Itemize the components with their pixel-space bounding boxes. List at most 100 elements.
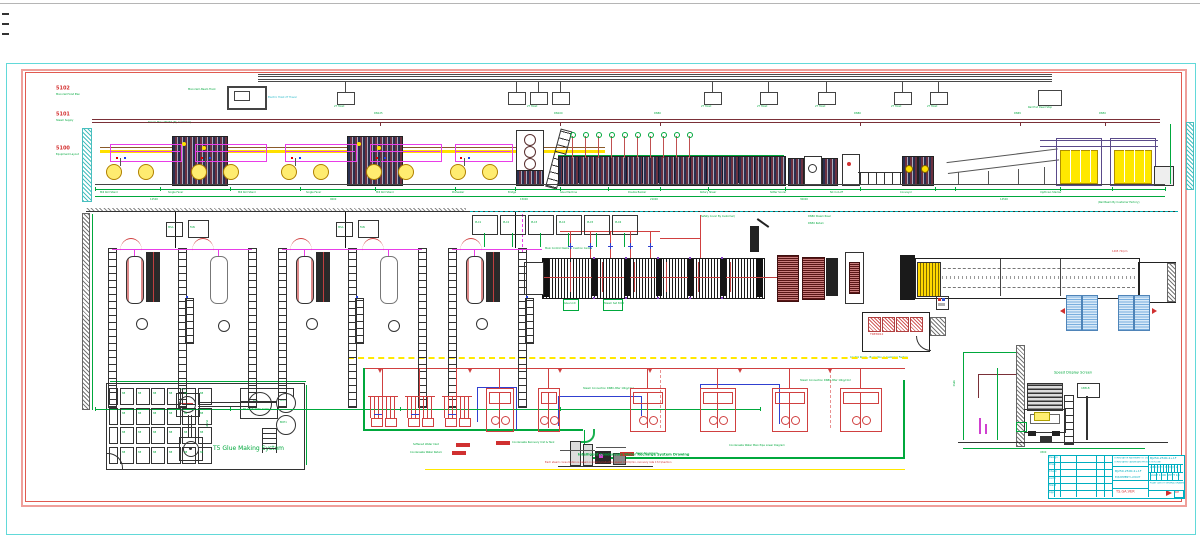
operator-mark (979, 418, 981, 434)
tb-project2: EQUIPMENT LAYOUT (1115, 476, 1140, 479)
panel-lead (568, 233, 569, 247)
trap-box (422, 418, 434, 427)
dim-tick (760, 407, 761, 411)
barrel (151, 408, 165, 425)
db-divider (626, 157, 627, 183)
panel-box (500, 215, 526, 235)
speed-screen-value: 188.8 (1081, 387, 1090, 390)
barrel (182, 388, 196, 405)
tb-company2: CORRUGATED CARDBOARD PRODUCTION LINE (1114, 461, 1161, 463)
riser (419, 368, 420, 396)
db-centerline (530, 277, 780, 278)
db-divider (610, 157, 611, 183)
dim-tick (660, 187, 661, 191)
roll-stand-rail (108, 248, 117, 408)
station-box (188, 220, 209, 238)
barrel (167, 408, 181, 425)
dim-tick (1165, 187, 1166, 191)
pipe-tag: DN125 (374, 112, 383, 115)
schematic-subtitle: Each steam consumption is based on board… (545, 461, 671, 464)
panel-box (612, 215, 638, 235)
section-label-3: Equipment Layout (56, 153, 79, 156)
hoist-label: 2T Hoist (334, 105, 344, 108)
hoist-label: 2T Hoist (891, 105, 901, 108)
pipe-support (380, 122, 381, 126)
arm-dot (460, 157, 462, 159)
tb-drawing-no: TS.GA.VER (1116, 490, 1135, 494)
divider-dot (689, 297, 691, 299)
logo-text: KM (1175, 491, 1179, 494)
exit-dash (918, 287, 1135, 288)
barrel-mark: 88 (169, 451, 172, 454)
roll-arm (295, 158, 296, 166)
comb-tooth (382, 396, 383, 418)
arm-dot (384, 157, 386, 159)
unit-label: Mill Roll Stand (100, 191, 118, 194)
unit-label: Conveyor (900, 191, 912, 194)
section-code-1: 5102 (56, 86, 70, 91)
tb-line (1148, 480, 1183, 481)
barrel-mark: 88 (122, 431, 125, 434)
roll-stand-rail (278, 248, 287, 408)
unit-circle (649, 416, 658, 425)
comb-tooth (444, 396, 445, 418)
yellow-roller (917, 262, 941, 297)
schematic-bottom-rule (425, 469, 905, 470)
dim-tick (230, 407, 231, 411)
db-divider-bar (656, 259, 662, 296)
trap-box (408, 418, 420, 427)
riser (717, 368, 718, 388)
flow-arrow (648, 369, 652, 373)
unit-circle (501, 416, 510, 425)
arm-dot (299, 157, 301, 159)
drop-valve (583, 132, 589, 138)
unit-label: Up/Down Stacker (1040, 191, 1062, 194)
unit-circle (852, 416, 861, 425)
slitter-roll (808, 164, 817, 173)
red-tick (698, 262, 699, 292)
hoist-trolley (894, 92, 912, 105)
hoist-trolley (930, 92, 948, 105)
dim-tick (955, 187, 956, 191)
db-divider (658, 157, 659, 183)
tank1-label: BCH1 (280, 421, 287, 424)
hoist-label: 2T Hoist (927, 105, 937, 108)
dim-value: 15000 (520, 198, 528, 201)
db-divider (562, 157, 563, 183)
dim-tick (300, 187, 301, 191)
knife-roll (921, 165, 929, 173)
green-main-h2 (589, 457, 905, 459)
valve-mark (590, 243, 591, 249)
barrel (182, 427, 196, 444)
pallet-stack (1082, 295, 1098, 331)
board-stack (1060, 150, 1098, 184)
stair-step (262, 433, 276, 434)
comb-tooth (427, 396, 428, 418)
arm-dot (209, 157, 211, 159)
roll-arm (120, 158, 121, 166)
steam-drop-pipe (585, 136, 586, 158)
hoist-drop (768, 82, 769, 92)
trap-blue (448, 414, 456, 415)
drop-valve (596, 132, 602, 138)
board-stack (1114, 150, 1152, 184)
barrel-mark: 88 (153, 392, 156, 395)
tb-company1: CORRUGATOR MACHINERY CO LTD (1114, 457, 1148, 459)
barrel (151, 388, 165, 405)
recovery-unit-top (703, 392, 733, 404)
station-box-label: FAN (360, 226, 365, 229)
hoist-drop (516, 82, 517, 92)
preheater-roll (524, 146, 536, 158)
barrel-mark: 88 (153, 431, 156, 434)
tb-cell (1166, 464, 1167, 472)
tb-left-row: Appr (1049, 491, 1055, 494)
pipe-tag: DN65 (1014, 112, 1021, 115)
tb-line (1048, 469, 1112, 470)
stair-step (262, 438, 276, 439)
drop-valve (648, 132, 654, 138)
barrel (136, 388, 150, 405)
pipe-support (860, 122, 861, 126)
plan-left-bar (82, 213, 90, 410)
barrel (120, 388, 134, 405)
station-box-label: MSA (338, 226, 344, 229)
